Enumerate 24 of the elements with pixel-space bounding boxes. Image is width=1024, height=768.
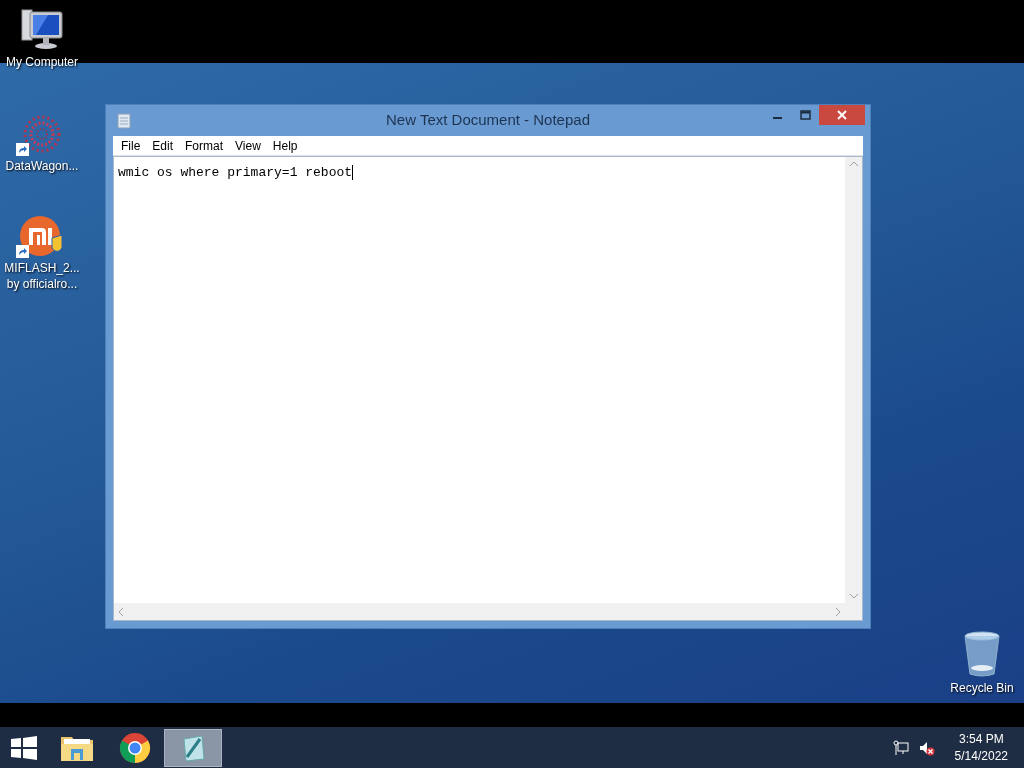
minimize-icon bbox=[772, 117, 782, 119]
desktop-icon-label[interactable]: Recycle Bin bbox=[950, 680, 1014, 696]
clock-date[interactable]: 5/14/2022 bbox=[954, 747, 1008, 765]
horizontal-scrollbar[interactable] bbox=[114, 603, 845, 620]
desktop-icon-label[interactable]: MIFLASH_2... by officialro... bbox=[4, 260, 80, 292]
network-icon[interactable] bbox=[892, 739, 909, 756]
menu-item[interactable]: Format bbox=[179, 136, 230, 155]
desktop-icon-label[interactable]: DataWagon... bbox=[5, 158, 79, 174]
menu-item[interactable]: Edit bbox=[146, 136, 180, 155]
notepad-icon bbox=[116, 112, 132, 129]
taskbar-button[interactable] bbox=[164, 728, 222, 767]
clock-time[interactable]: 3:54 PM bbox=[958, 730, 1004, 748]
close-icon bbox=[837, 110, 847, 120]
window-title: New Text Document - Notepad bbox=[385, 110, 591, 131]
close-button[interactable] bbox=[819, 105, 865, 125]
windows-logo-icon bbox=[10, 735, 38, 760]
menu-item[interactable]: File bbox=[115, 136, 147, 155]
mi-logo-icon bbox=[18, 214, 66, 258]
menu-item[interactable]: View bbox=[229, 136, 267, 155]
chrome-icon bbox=[119, 731, 151, 764]
menu-item[interactable]: Help bbox=[266, 136, 304, 155]
maximize-icon bbox=[799, 110, 811, 120]
text-area-content: wmic os where primary=1 reboot bbox=[118, 165, 354, 180]
vertical-scrollbar[interactable] bbox=[845, 157, 862, 603]
